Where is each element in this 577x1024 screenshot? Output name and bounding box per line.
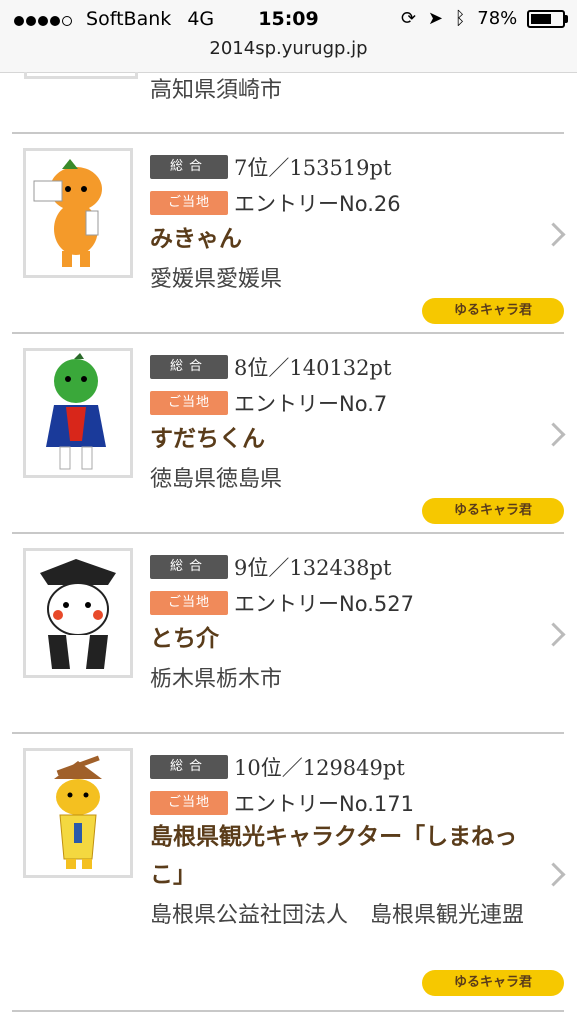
yurukyara-tag: ゆるキャラ君 bbox=[422, 298, 564, 324]
status-icons: ⟳ ➤ ᛒ 78% bbox=[401, 8, 568, 29]
chevron-right-icon bbox=[541, 422, 566, 447]
list-item[interactable]: 総合 8位／140132pt ご当地 エントリーNo.7 すだちくん 徳島県徳島県 … bbox=[12, 334, 566, 534]
character-name: みきゃん bbox=[150, 226, 242, 252]
list-item[interactable]: 総合 10位／129849pt ご当地 エントリーNo.171 島根県観光キャラクタ… bbox=[12, 734, 566, 1012]
rank-points: 10位／129849pt bbox=[234, 756, 405, 780]
character-thumbnail bbox=[23, 748, 133, 878]
rank-points: 7位／153519pt bbox=[234, 156, 392, 180]
yurukyara-tag: ゆるキャラ君 bbox=[422, 970, 564, 996]
chevron-right-icon bbox=[541, 622, 566, 647]
character-thumbnail bbox=[23, 348, 133, 478]
list-item-partial[interactable]: 高知県須崎市 bbox=[12, 72, 564, 134]
battery-percent: 78% bbox=[477, 8, 518, 29]
total-rank-badge: 総合 bbox=[150, 555, 228, 579]
rotation-lock-icon: ⟳ bbox=[401, 8, 417, 29]
browser-status-bar: SoftBank 4G 15:09 ⟳ ➤ ᛒ 78% 2014sp.yurug… bbox=[0, 0, 577, 73]
battery-icon bbox=[527, 10, 568, 28]
location-arrow-icon: ➤ bbox=[427, 8, 443, 29]
character-name: とち介 bbox=[150, 626, 219, 652]
entry-number: エントリーNo.7 bbox=[234, 392, 388, 416]
total-rank-badge: 総合 bbox=[150, 355, 228, 379]
entry-number: エントリーNo.26 bbox=[234, 192, 401, 216]
character-name: 島根県観光キャラクター「しまねっこ」 bbox=[150, 824, 518, 888]
list-item[interactable]: 総合 7位／153519pt ご当地 エントリーNo.26 みきゃん 愛媛県愛媛県 … bbox=[12, 134, 566, 334]
yurukyara-tag: ゆるキャラ君 bbox=[422, 498, 564, 524]
entry-number: エントリーNo.527 bbox=[234, 592, 414, 616]
local-rank-badge: ご当地 bbox=[150, 391, 228, 415]
character-thumbnail bbox=[23, 548, 133, 678]
chevron-right-icon bbox=[541, 222, 566, 247]
item-location: 高知県須崎市 bbox=[150, 78, 283, 103]
item-location: 島根県公益社団法人 島根県観光連盟 bbox=[150, 903, 525, 928]
item-location: 愛媛県愛媛県 bbox=[150, 267, 283, 292]
rank-points: 8位／140132pt bbox=[234, 356, 392, 380]
item-location: 栃木県栃木市 bbox=[150, 667, 283, 692]
local-rank-badge: ご当地 bbox=[150, 191, 228, 215]
character-name: すだちくん bbox=[150, 426, 265, 452]
local-rank-badge: ご当地 bbox=[150, 591, 228, 615]
rank-points: 9位／132438pt bbox=[234, 556, 392, 580]
entry-number: エントリーNo.171 bbox=[234, 792, 414, 816]
character-thumbnail bbox=[23, 148, 133, 278]
list-item[interactable]: 総合 9位／132438pt ご当地 エントリーNo.527 とち介 栃木県栃木市 bbox=[12, 534, 566, 734]
item-location: 徳島県徳島県 bbox=[150, 467, 283, 492]
chevron-right-icon bbox=[541, 862, 566, 887]
local-rank-badge: ご当地 bbox=[150, 791, 228, 815]
address-bar[interactable]: 2014sp.yurugp.jp bbox=[0, 38, 577, 59]
total-rank-badge: 総合 bbox=[150, 755, 228, 779]
total-rank-badge: 総合 bbox=[150, 155, 228, 179]
character-thumbnail bbox=[24, 72, 138, 79]
bluetooth-icon: ᛒ bbox=[454, 8, 466, 29]
